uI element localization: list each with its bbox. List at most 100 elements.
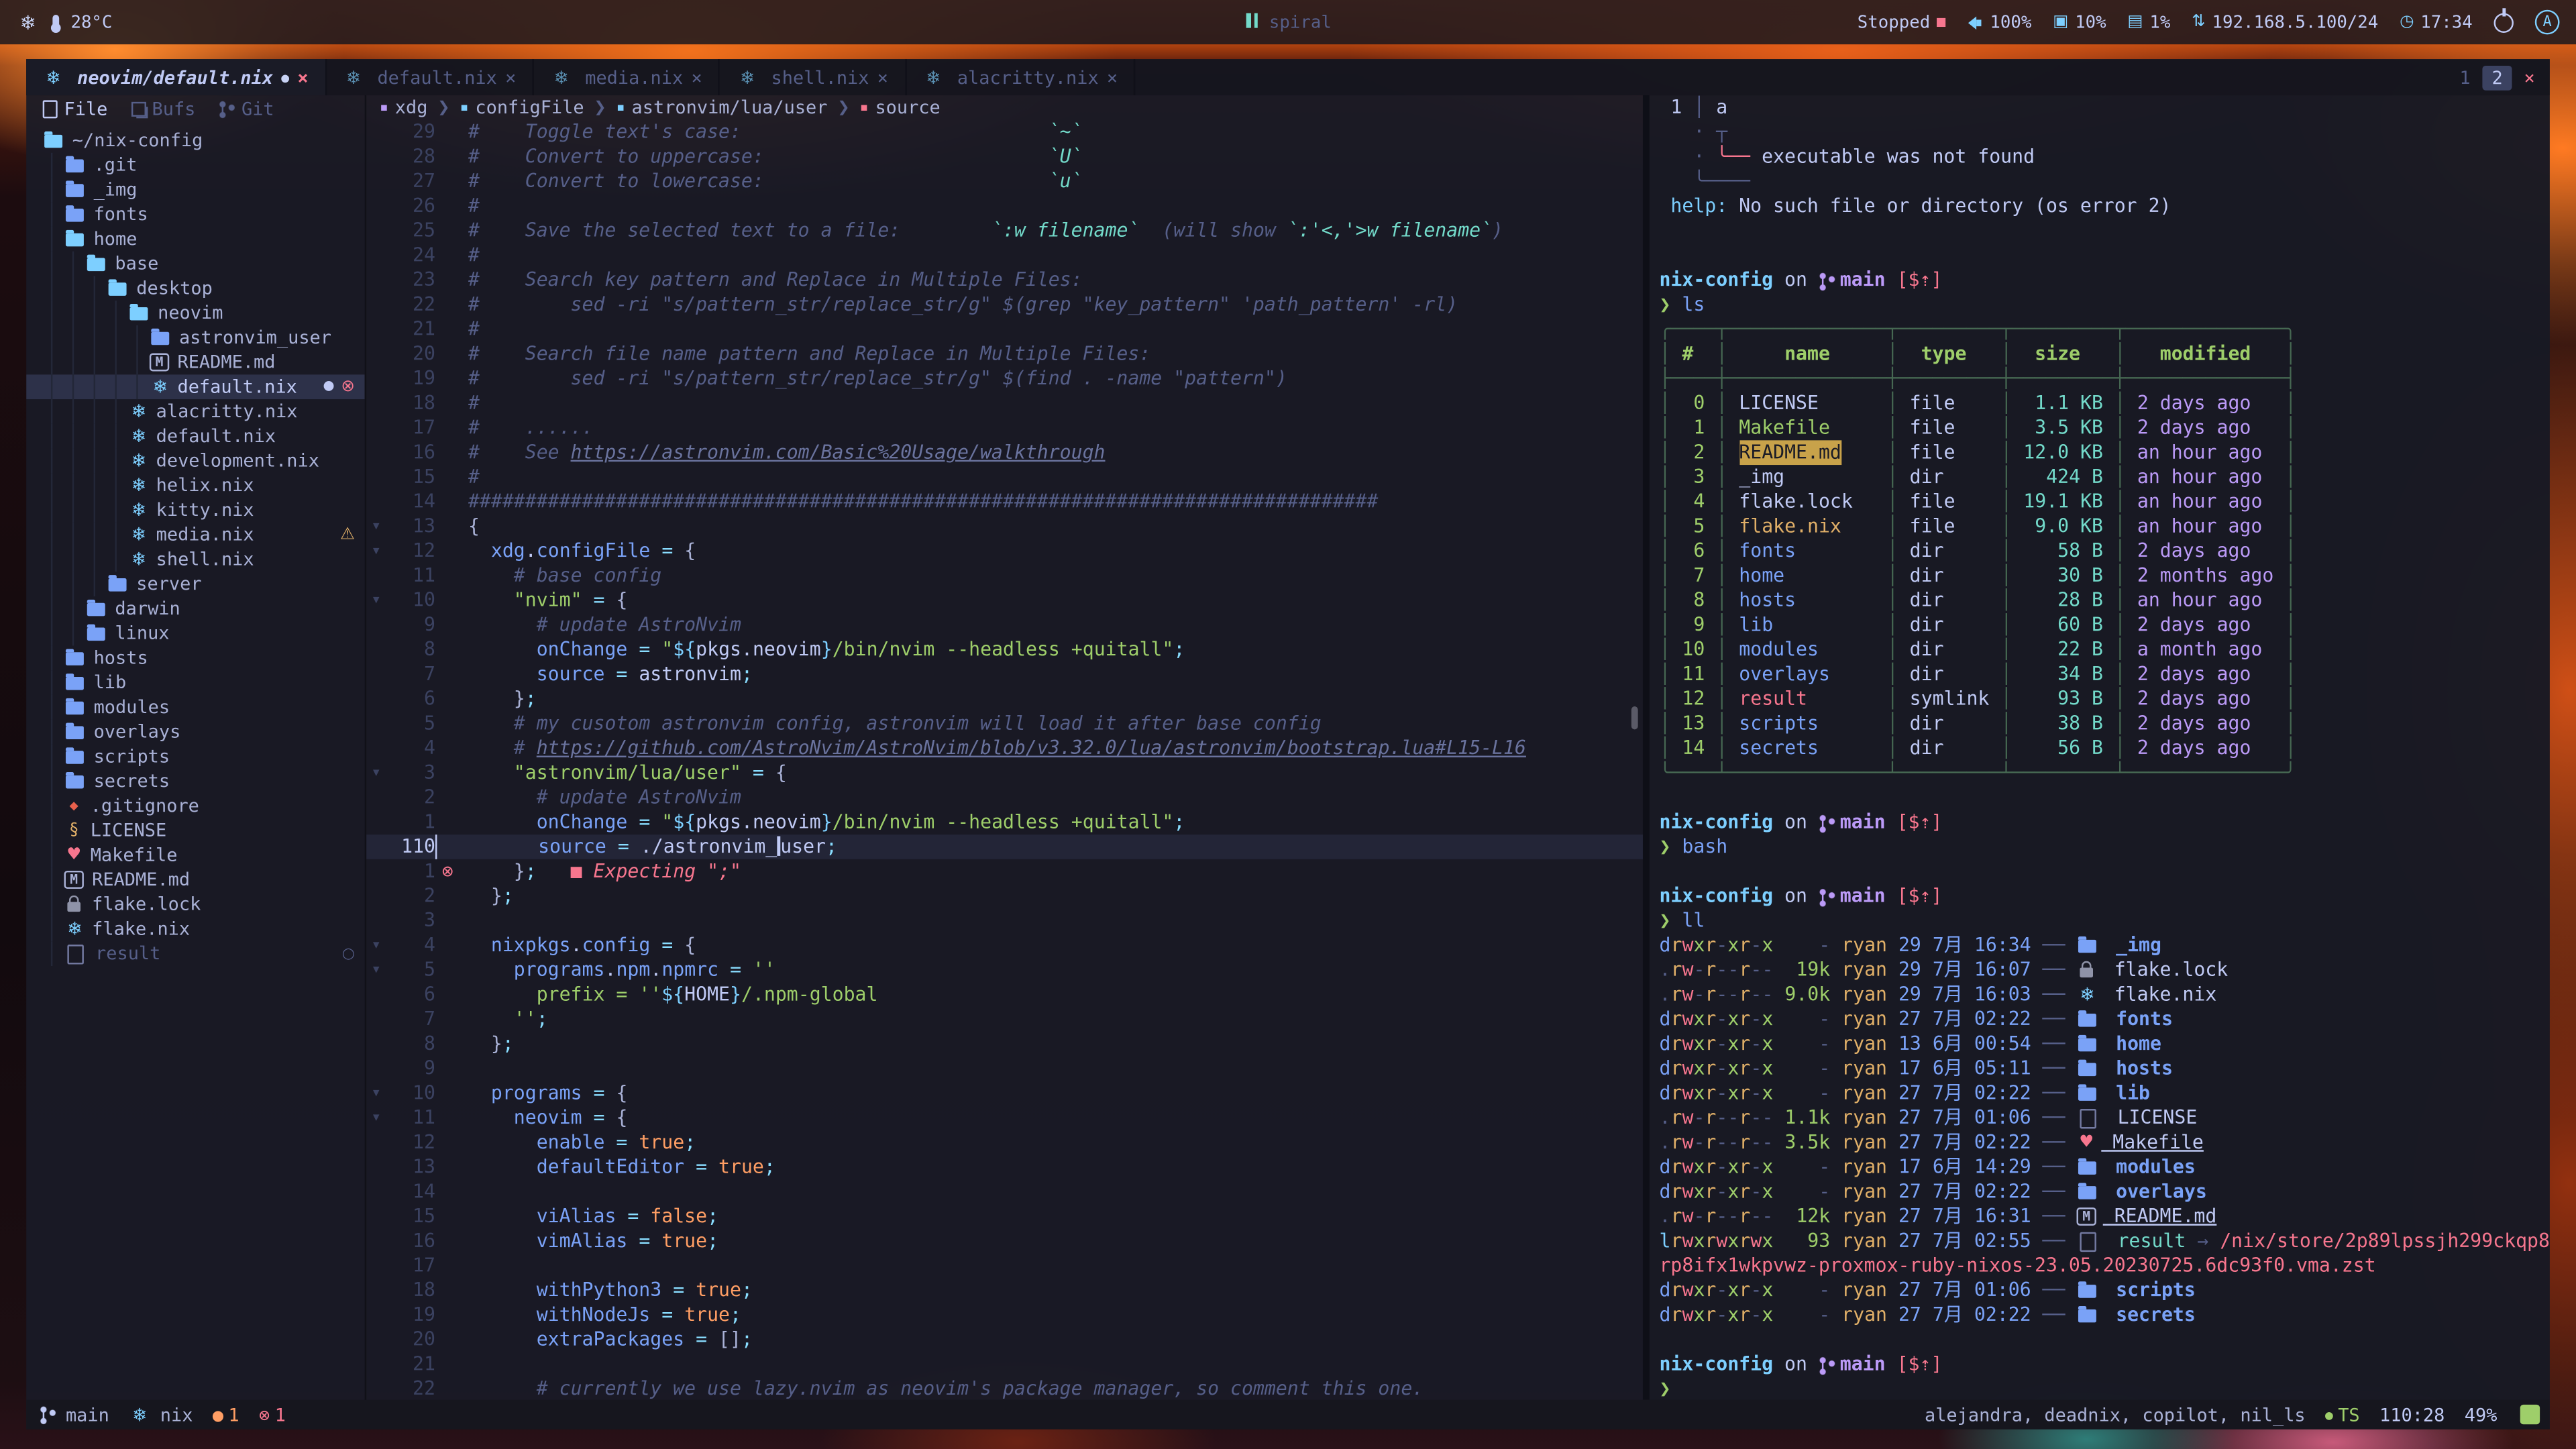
editor-line[interactable]: 1⊗ }; ■ Expecting ";" (366, 859, 1643, 884)
editor-line[interactable]: ▾3 "astronvim/lua/user" = { (366, 761, 1643, 786)
power-icon[interactable] (2494, 12, 2514, 32)
editor-scrollbar[interactable] (1631, 706, 1638, 729)
editor-line[interactable]: 14 (366, 1179, 1643, 1204)
diagnostics-error-indicator[interactable]: ⊗ 1 (259, 1404, 286, 1426)
tree-item-default.nix[interactable]: ❄default.nix●⊗ (26, 374, 364, 399)
tree-item-kitty.nix[interactable]: ❄kitty.nix (26, 498, 364, 523)
tree-item-default.nix[interactable]: ❄default.nix (26, 424, 364, 449)
tab-close-icon[interactable]: × (297, 66, 308, 88)
tree-item-flake.lock[interactable]: flake.lock (26, 892, 364, 917)
editor-line[interactable]: 11 # base config (366, 564, 1643, 588)
editor-line[interactable]: ▾13{ (366, 515, 1643, 539)
tree-item-_img[interactable]: _img (26, 177, 364, 202)
editor-line[interactable]: 15# (366, 465, 1643, 490)
tree-item-LICENSE[interactable]: §LICENSE (26, 818, 364, 843)
editor-line[interactable]: ▾10 "nvim" = { (366, 588, 1643, 613)
tree-item-alacritty.nix[interactable]: ❄alacritty.nix (26, 399, 364, 424)
filetype-indicator[interactable]: ❄ nix (129, 1404, 193, 1426)
editor-line[interactable]: 8 }; (366, 1032, 1643, 1057)
editor-line[interactable]: 2 }; (366, 884, 1643, 909)
tree-item-base[interactable]: base (26, 252, 364, 276)
tab-close-icon[interactable]: × (877, 66, 888, 88)
network-widget[interactable]: ⇅ 192.168.5.100/24 (2192, 12, 2378, 32)
editor-line[interactable]: 1 onChange = "${pkgs.neovim}/bin/nvim --… (366, 810, 1643, 835)
editor-line[interactable]: 29# Toggle text's case: `~` (366, 120, 1643, 145)
editor-line[interactable]: 14######################################… (366, 490, 1643, 515)
editor-line[interactable]: 24# (366, 243, 1643, 268)
neotree-tab-bufs[interactable]: Bufs (131, 99, 196, 120)
editor-line[interactable]: 12 enable = true; (366, 1130, 1643, 1155)
breadcrumb-astronvim/lua/user[interactable]: ▪astronvim/lua/user (616, 97, 827, 118)
editor-line[interactable]: 5 # my cusotom astronvim config, astronv… (366, 711, 1643, 736)
editor-line[interactable]: 3 (366, 908, 1643, 933)
tree-item-desktop[interactable]: desktop (26, 276, 364, 301)
tree-item-modules[interactable]: modules (26, 695, 364, 720)
cpu-widget[interactable]: ▣ 10% (2053, 12, 2106, 32)
tab-close-icon[interactable]: × (505, 66, 516, 88)
tree-item-helix.nix[interactable]: ❄helix.nix (26, 473, 364, 498)
volume-widget[interactable]: 100% (1967, 12, 2031, 32)
editor-line[interactable]: 7 ''; (366, 1007, 1643, 1032)
editor-line[interactable]: 23# Search key pattern and Replace in Mu… (366, 268, 1643, 292)
editor-line[interactable]: 7 source = astronvim; (366, 662, 1643, 687)
editor-line[interactable]: 18# (366, 391, 1643, 416)
tree-item-fonts[interactable]: fonts (26, 202, 364, 227)
editor-line[interactable]: 17# ...... (366, 416, 1643, 441)
tab-alacritty.nix[interactable]: ❄alacritty.nix× (906, 59, 1136, 95)
git-branch[interactable]: main (40, 1404, 109, 1426)
memory-widget[interactable]: ▤ 1% (2127, 12, 2170, 32)
breadcrumb-configFile[interactable]: ▪configFile (460, 97, 584, 118)
tab-media.nix[interactable]: ❄media.nix× (534, 59, 720, 95)
editor-line[interactable]: ▾12 xdg.configFile = { (366, 539, 1643, 564)
tab-neovim/default.nix[interactable]: ❄neovim/default.nix●× (26, 59, 326, 95)
neotree-tab-git[interactable]: Git (219, 99, 274, 120)
tree-item-linux[interactable]: linux (26, 621, 364, 646)
editor-line[interactable]: 20 extraPackages = []; (366, 1328, 1643, 1352)
editor-line[interactable]: 6 }; (366, 687, 1643, 712)
keyboard-layout-indicator[interactable]: A (2535, 10, 2560, 35)
breadcrumb-source[interactable]: ▪source (859, 97, 940, 118)
tab-number-1[interactable]: 1 (2459, 66, 2470, 88)
editor-line[interactable]: 21 (366, 1352, 1643, 1377)
editor-line[interactable]: ▾11 neovim = { (366, 1106, 1643, 1130)
editor-terminal-separator[interactable] (1643, 95, 1650, 1399)
editor-line[interactable]: 8 onChange = "${pkgs.neovim}/bin/nvim --… (366, 637, 1643, 662)
editor-line[interactable]: 13 defaultEditor = true; (366, 1155, 1643, 1180)
tree-item-home[interactable]: home (26, 227, 364, 252)
editor-line[interactable]: 21# (366, 317, 1643, 342)
tree-item-README.md[interactable]: MREADME.md (26, 867, 364, 892)
editor-line[interactable]: 28# Convert to uppercase: `U` (366, 145, 1643, 170)
tree-item-hosts[interactable]: hosts (26, 645, 364, 670)
editor-line[interactable]: 15 viAlias = false; (366, 1204, 1643, 1229)
tab-close-icon[interactable]: × (691, 66, 702, 88)
editor-line[interactable]: 4 # https://github.com/AstroNvim/AstroNv… (366, 736, 1643, 761)
editor-line[interactable]: 19 withNodeJs = true; (366, 1303, 1643, 1328)
editor-line[interactable]: 20# Search file name pattern and Replace… (366, 341, 1643, 366)
media-widget[interactable]: spiral (1244, 12, 1332, 32)
editor-panel[interactable]: ▪xdg❯▪configFile❯▪astronvim/lua/user❯▪so… (366, 95, 1643, 1399)
temperature-widget[interactable]: 28°C (53, 12, 113, 32)
tree-item-README.md[interactable]: MREADME.md (26, 350, 364, 375)
tree-item-overlays[interactable]: overlays (26, 720, 364, 745)
neotree-tab-file[interactable]: File (43, 99, 108, 120)
editor-line[interactable]: 27# Convert to lowercase: `u` (366, 169, 1643, 194)
tree-item-~/nix-config[interactable]: ~/nix-config (26, 128, 364, 153)
tree-item-astronvim_user[interactable]: astronvim_user (26, 325, 364, 350)
tree-item-secrets[interactable]: secrets (26, 769, 364, 794)
nixos-logo-icon[interactable]: ❄ (19, 11, 36, 34)
tree-item-flake.nix[interactable]: ❄flake.nix (26, 917, 364, 942)
tab-close-icon[interactable]: × (1107, 66, 1118, 88)
tree-item-darwin[interactable]: darwin (26, 596, 364, 621)
tree-item-lib[interactable]: lib (26, 670, 364, 695)
editor-line[interactable]: ▾5 programs.npm.npmrc = '' (366, 958, 1643, 983)
tree-item-.git[interactable]: .git (26, 153, 364, 178)
tree-item-.gitignore[interactable]: ◆.gitignore (26, 794, 364, 818)
terminal-panel[interactable]: 1 │ a · ┬ · ╰── executable was not found… (1650, 95, 2550, 1399)
editor-line[interactable]: 9 (366, 1057, 1643, 1081)
editor-line[interactable]: 26# (366, 194, 1643, 219)
tree-item-development.nix[interactable]: ❄development.nix (26, 449, 364, 474)
tree-item-result[interactable]: result○ (26, 941, 364, 966)
editor-line[interactable]: 25# Save the selected text to a file: `:… (366, 219, 1643, 244)
editor-line[interactable]: 16# See https://astronvim.com/Basic%20Us… (366, 440, 1643, 465)
editor-line[interactable]: 2 # update AstroNvim (366, 786, 1643, 810)
